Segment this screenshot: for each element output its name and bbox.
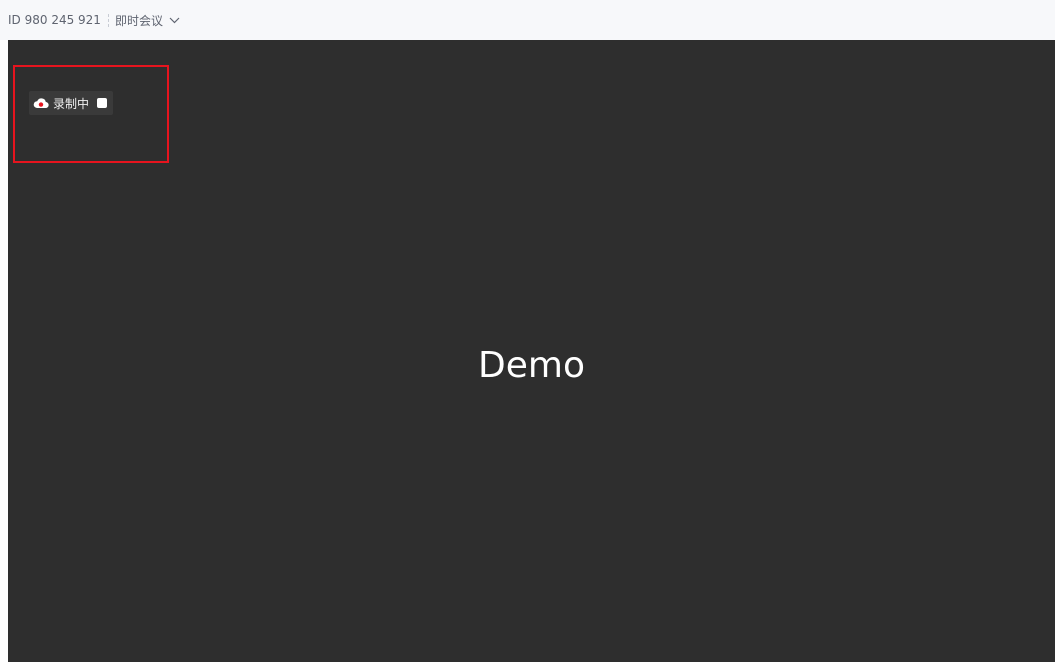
shared-content-label: Demo bbox=[478, 345, 585, 386]
meeting-id: ID 980 245 921 bbox=[8, 13, 101, 27]
chevron-down-icon[interactable] bbox=[169, 17, 180, 24]
cloud-record-icon bbox=[33, 97, 49, 109]
stop-recording-button[interactable] bbox=[97, 98, 108, 108]
video-stage: 录制中 Demo bbox=[8, 40, 1055, 662]
recording-status-label: 录制中 bbox=[53, 96, 90, 111]
header-divider bbox=[107, 13, 109, 27]
meeting-type-label: 即时会议 bbox=[114, 13, 163, 28]
recording-indicator[interactable]: 录制中 bbox=[29, 91, 114, 115]
meeting-header: ID 980 245 921 即时会议 bbox=[0, 0, 1055, 40]
